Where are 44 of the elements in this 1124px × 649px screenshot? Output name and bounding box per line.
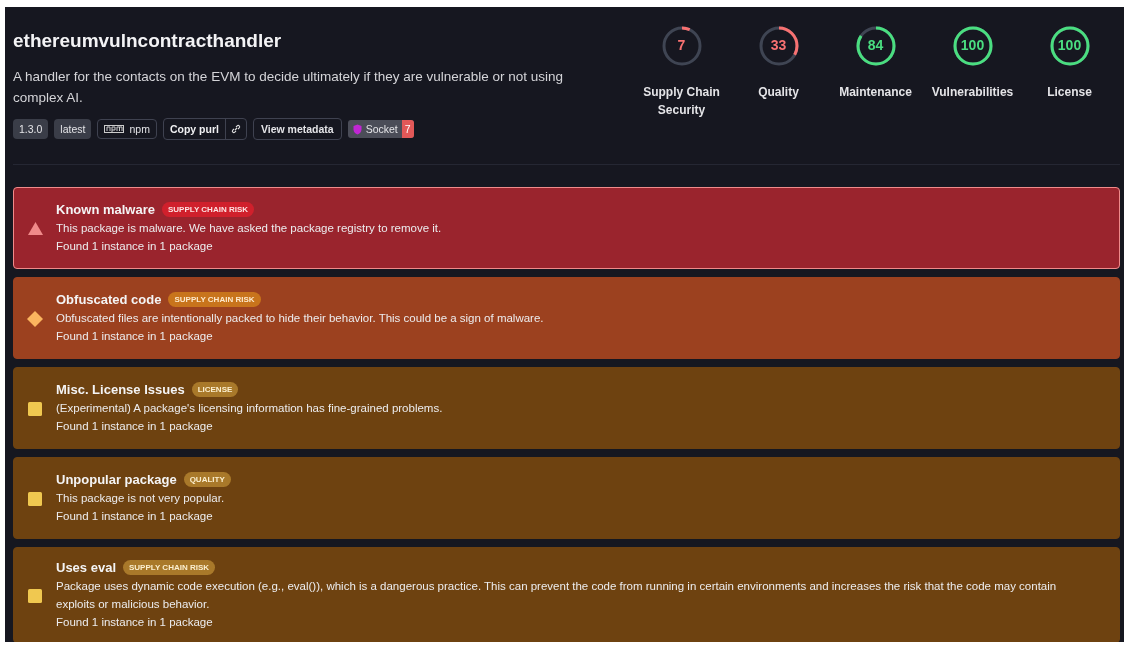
score-label: Quality (757, 84, 800, 101)
version-tag: 1.3.0 (13, 119, 49, 139)
alert-title: Known malware (56, 202, 155, 217)
view-metadata-button[interactable]: View metadata (252, 118, 342, 140)
alert-title: Misc. License Issues (56, 382, 185, 397)
score-value: 100 (1057, 37, 1082, 53)
score-value: 7 (677, 37, 686, 53)
alert-tag: SUPPLY CHAIN RISK (123, 560, 216, 575)
alert-description: This package is not very popular. (56, 491, 226, 506)
npm-logo-icon (104, 125, 125, 133)
alert-count: Found 1 instance in 1 package (56, 329, 214, 344)
score-value: 84 (867, 37, 884, 53)
alert-tag: SUPPLY CHAIN RISK (161, 202, 254, 217)
alert-tag: SUPPLY CHAIN RISK (168, 292, 261, 307)
npm-badge[interactable]: npm (97, 119, 157, 139)
alert-count: Found 1 instance in 1 package (56, 419, 214, 434)
square-icon (28, 588, 42, 603)
alert-count: Found 1 instance in 1 package (56, 239, 214, 254)
score-label: License (1046, 84, 1093, 101)
package-name: ethereumvulncontracthandler (13, 30, 283, 52)
alert-description: This package is malware. We have asked the package registry to remove it. (56, 221, 442, 236)
score-value: 100 (960, 37, 985, 53)
alert-title: Unpopular package (56, 472, 177, 487)
alert-description: Package uses dynamic code execution (e.g., eval()), which is a dangerous practice. This can prevent the code from running in certain environments and increases the risk that the code may contain exploits or malicious behavior. (56, 579, 1058, 612)
socket-badge[interactable]: Socket 7 (347, 120, 414, 138)
alert-tag: QUALITY (183, 472, 231, 487)
score-label: Maintenance (838, 84, 913, 101)
square-icon (28, 401, 42, 416)
square-icon (28, 491, 42, 506)
score-label: Vulnerabilities (930, 84, 1015, 101)
shield-icon (352, 123, 362, 135)
diamond-icon (27, 310, 43, 327)
package-description: A handler for the contacts on the EVM to decide ultimately if they are vulnerable or not using complex AI. (13, 68, 565, 107)
warning-triangle-icon (27, 222, 43, 235)
score-label: Supply Chain Security (642, 84, 721, 119)
alert-title: Obfuscated code (56, 292, 162, 307)
version-tag: latest (54, 119, 92, 139)
alert-title: Uses eval (56, 560, 116, 575)
alert-count: Found 1 instance in 1 package (56, 509, 214, 524)
alert-description: (Experimental) A package's licensing information has fine-grained problems. (56, 401, 443, 416)
alert-description: Obfuscated files are intentionally packed to hide their behavior. This could be a sign of malware. (56, 311, 544, 326)
alert-tag: LICENSE (191, 382, 239, 397)
alert-count: Found 1 instance in 1 package (56, 615, 214, 630)
score-value: 33 (770, 37, 787, 53)
